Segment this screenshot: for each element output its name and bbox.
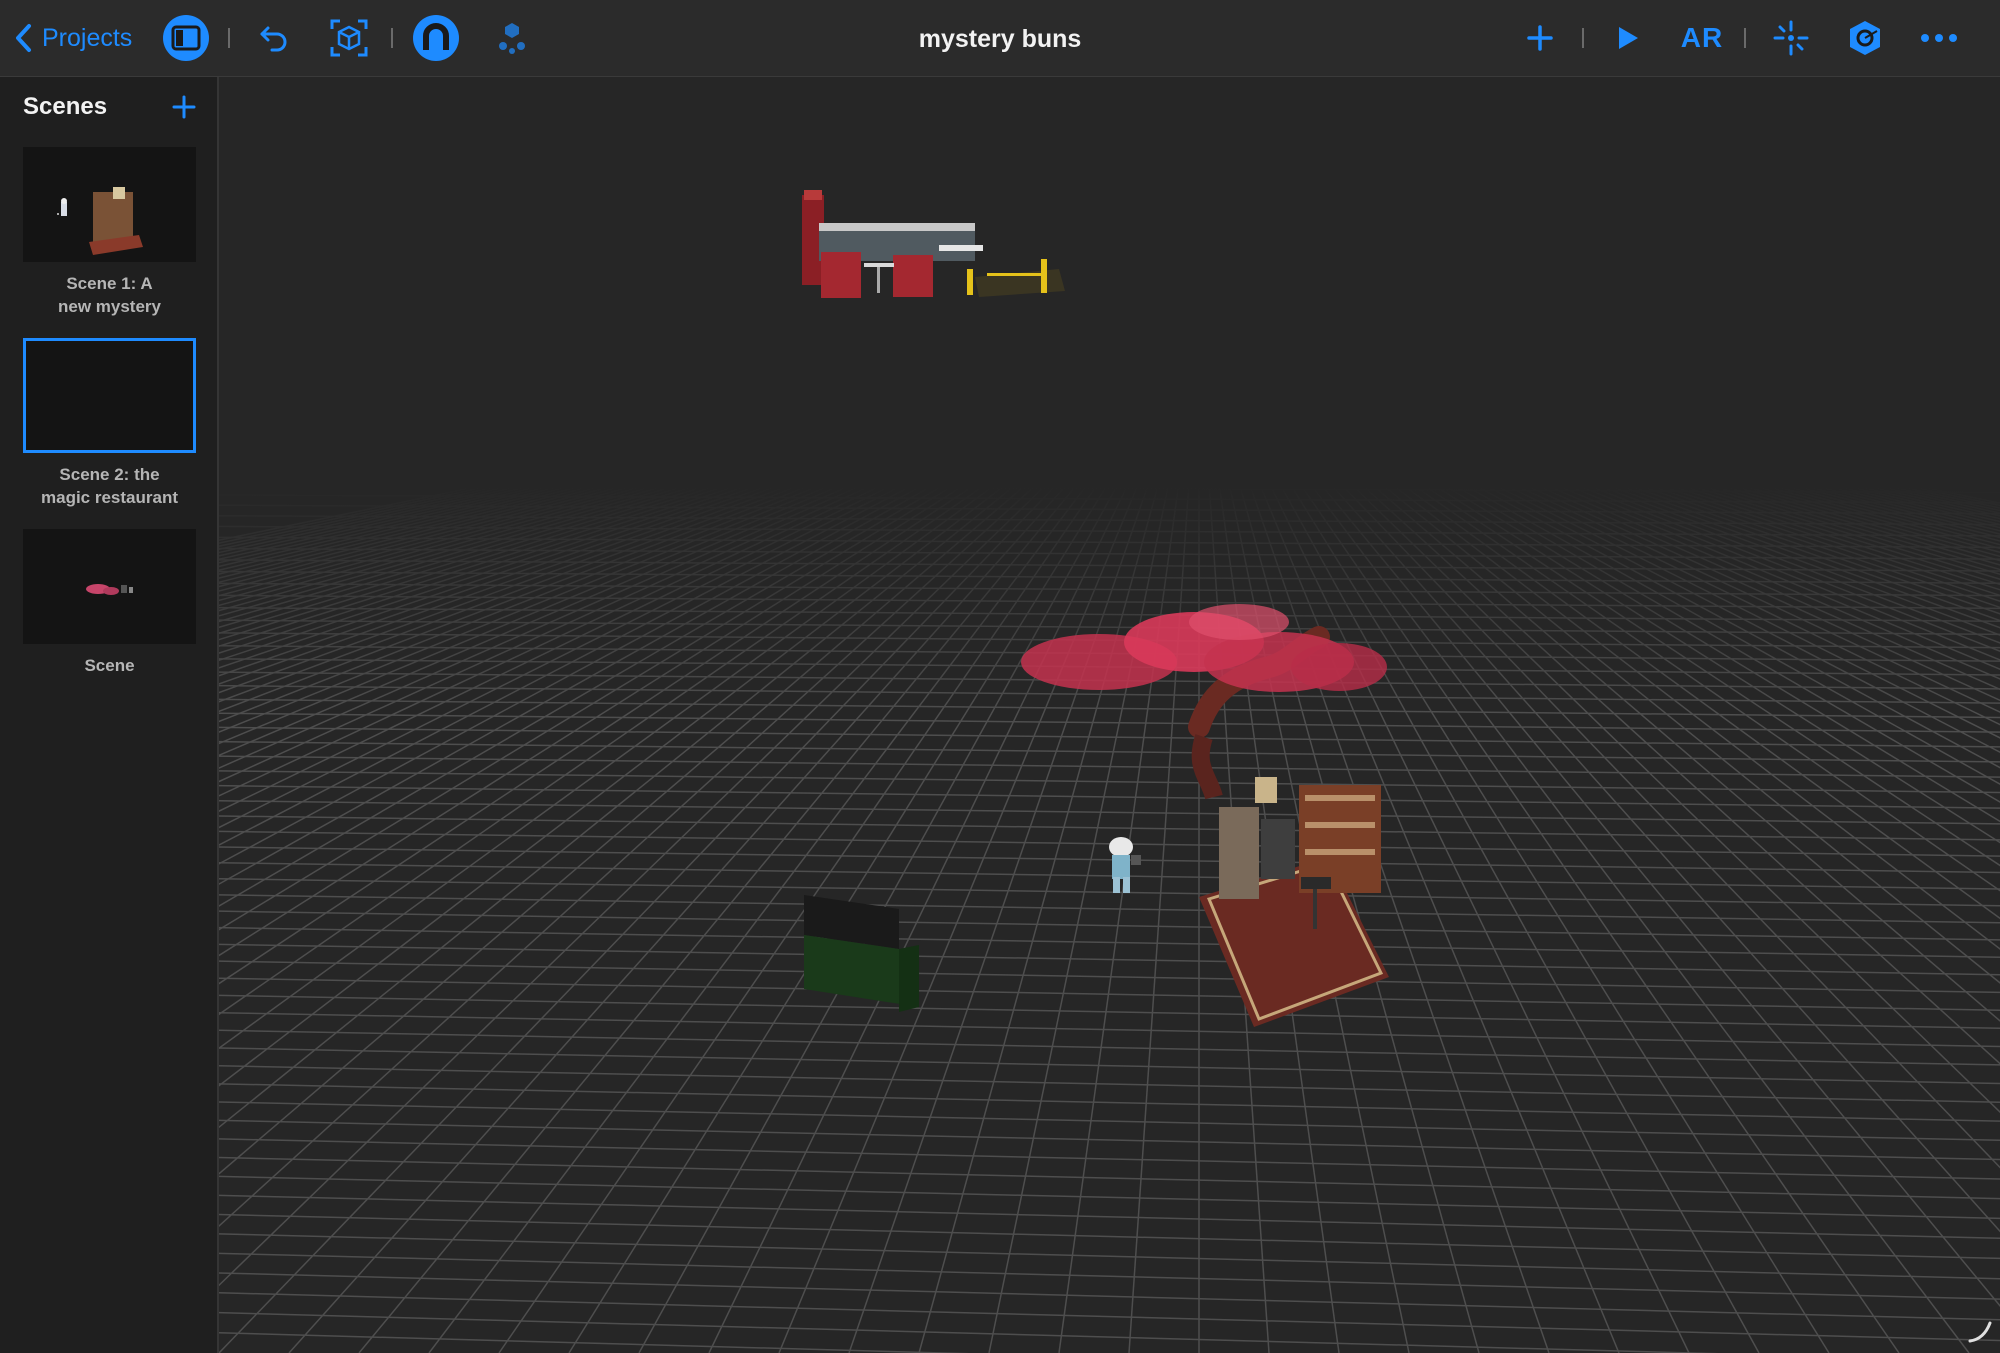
add-icon bbox=[1527, 25, 1553, 51]
scene-thumbnail[interactable] bbox=[23, 147, 196, 262]
ar-label: AR bbox=[1680, 22, 1724, 53]
scene-label-line: Scene 2: the bbox=[59, 465, 160, 484]
more-button[interactable] bbox=[1918, 0, 1960, 76]
undo-button[interactable] bbox=[254, 0, 294, 76]
scene-thumbnail[interactable] bbox=[23, 338, 196, 453]
physics-button[interactable] bbox=[492, 0, 532, 76]
physics-icon bbox=[499, 23, 525, 54]
scene-item-2[interactable]: Scene 2: the magic restaurant bbox=[23, 338, 196, 509]
top-toolbar: Projects mystery buns AR bbox=[0, 0, 2000, 77]
scenes-title: Scenes bbox=[23, 93, 108, 120]
undo-icon bbox=[260, 26, 287, 52]
scene-label-line: magic restaurant bbox=[41, 488, 178, 507]
resize-handle-icon[interactable] bbox=[1966, 1317, 1994, 1345]
scene-item-3[interactable]: Scene bbox=[23, 529, 196, 677]
snap-toggle-button[interactable] bbox=[412, 0, 460, 76]
play-button[interactable] bbox=[1610, 0, 1646, 76]
scene-preview-image bbox=[57, 187, 143, 255]
add-icon bbox=[172, 95, 196, 119]
scene-label-line: Scene 1: A bbox=[66, 274, 153, 293]
scene-label-line: Scene bbox=[84, 656, 135, 675]
scene-settings-button[interactable] bbox=[1844, 0, 1886, 76]
projects-back-button[interactable]: Projects bbox=[14, 0, 132, 76]
frame-object-button[interactable] bbox=[328, 0, 370, 76]
add-scene-button[interactable] bbox=[168, 91, 200, 123]
scene-item-1[interactable]: Scene 1: A new mystery bbox=[23, 147, 196, 318]
sidebar-toggle-button[interactable] bbox=[162, 0, 210, 76]
settings-cube-icon bbox=[1850, 21, 1880, 55]
scene-preview-image bbox=[86, 584, 133, 595]
scene-thumbnail[interactable] bbox=[23, 529, 196, 644]
add-object-button[interactable] bbox=[1522, 0, 1558, 76]
anchor-button[interactable] bbox=[1770, 0, 1812, 76]
snap-magnet-icon bbox=[413, 15, 459, 61]
frame-object-icon bbox=[330, 19, 368, 57]
scene-label-line: new mystery bbox=[58, 297, 161, 316]
scenes-sidebar: Scenes Scene 1: A new mystery Scene 2: t… bbox=[0, 77, 219, 1353]
play-icon bbox=[1619, 27, 1638, 49]
more-icon bbox=[1921, 34, 1957, 42]
chevron-left-icon bbox=[16, 24, 31, 52]
sidebar-toggle-icon bbox=[163, 15, 209, 61]
ar-button[interactable]: AR bbox=[1680, 0, 1724, 76]
projects-back-label: Projects bbox=[42, 23, 133, 52]
anchor-icon bbox=[1773, 20, 1809, 56]
ground-grid bbox=[219, 77, 2000, 1353]
scene-viewport[interactable] bbox=[219, 77, 2000, 1353]
